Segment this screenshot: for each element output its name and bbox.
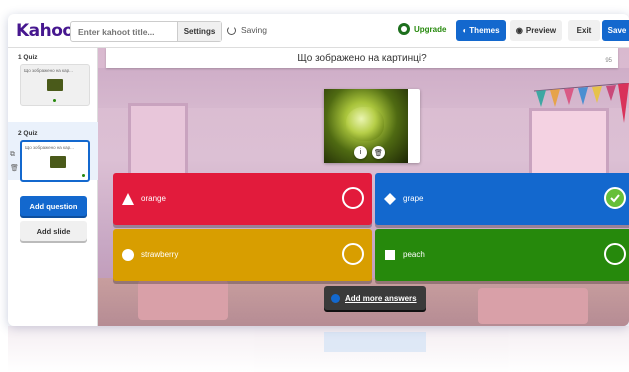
circle-icon bbox=[122, 249, 134, 261]
question-media[interactable]: i 🗑 bbox=[324, 89, 420, 163]
answer-option-1[interactable]: orange bbox=[113, 173, 372, 225]
slide-label: 2 Quiz bbox=[18, 130, 38, 137]
spinner-icon bbox=[227, 25, 236, 35]
add-slide-button[interactable]: Add slide bbox=[20, 221, 87, 241]
slide-sidebar: 1 Quiz Що зображено на кар... 2 Quiz Що … bbox=[8, 48, 98, 326]
status-dot bbox=[82, 174, 85, 177]
bunting-decoration bbox=[534, 83, 629, 123]
reflection-shape bbox=[324, 332, 426, 352]
title-field[interactable]: Settings bbox=[70, 21, 222, 42]
correct-toggle[interactable] bbox=[342, 187, 364, 209]
star-badge-icon bbox=[398, 23, 410, 35]
editor-canvas: Що зображено на картинці? 95 i 🗑 orange … bbox=[98, 48, 629, 326]
correct-toggle[interactable] bbox=[342, 243, 364, 265]
square-icon bbox=[385, 250, 395, 260]
top-bar: Kahoot! Settings Saving Upgrade ◐ Themes… bbox=[8, 14, 629, 48]
answer-option-4[interactable]: peach bbox=[375, 229, 629, 281]
checkmark-icon bbox=[610, 194, 620, 203]
trash-icon[interactable]: 🗑 bbox=[372, 146, 385, 159]
slide-thumbnail-active[interactable]: Що зображено на кар... bbox=[20, 140, 90, 182]
save-button[interactable]: Save bbox=[602, 20, 629, 41]
exit-button[interactable]: Exit bbox=[568, 20, 600, 41]
duplicate-icon[interactable]: ⧉ bbox=[10, 148, 19, 162]
answer-option-3[interactable]: strawberry bbox=[113, 229, 372, 281]
slide-actions: ⧉ 🗑 bbox=[10, 148, 19, 176]
upgrade-button[interactable]: Upgrade bbox=[398, 23, 446, 35]
upgrade-label: Upgrade bbox=[414, 24, 447, 34]
info-icon[interactable]: i bbox=[354, 146, 367, 159]
add-question-button[interactable]: Add question bbox=[20, 196, 87, 216]
thumb-image bbox=[50, 156, 66, 168]
trash-icon[interactable]: 🗑 bbox=[10, 162, 19, 176]
thumb-image bbox=[47, 79, 63, 91]
thumb-question: Що зображено на кар... bbox=[24, 68, 73, 73]
answer-text[interactable]: peach bbox=[403, 250, 425, 259]
preview-label: Preview bbox=[525, 26, 557, 35]
app-window: Kahoot! Settings Saving Upgrade ◐ Themes… bbox=[8, 14, 629, 326]
slide-label: 1 Quiz bbox=[18, 54, 38, 61]
background-desk bbox=[478, 288, 588, 324]
diamond-icon bbox=[384, 193, 396, 205]
saving-status: Saving bbox=[227, 25, 267, 35]
answer-option-2[interactable]: grape bbox=[375, 173, 629, 225]
add-more-label: Add more answers bbox=[345, 293, 417, 303]
add-more-answers-button[interactable]: Add more answers bbox=[324, 286, 426, 310]
media-actions: i 🗑 bbox=[354, 146, 385, 159]
palette-icon: ◐ bbox=[462, 26, 468, 35]
themes-label: Themes bbox=[469, 26, 500, 35]
settings-button[interactable]: Settings bbox=[177, 22, 221, 41]
correct-toggle[interactable] bbox=[604, 187, 626, 209]
background-desk bbox=[138, 280, 228, 320]
status-dot bbox=[53, 99, 56, 102]
answer-text[interactable]: orange bbox=[141, 194, 166, 203]
eye-icon: ◉ bbox=[515, 26, 523, 35]
preview-button[interactable]: ◉ Preview bbox=[510, 20, 562, 41]
answer-text[interactable]: strawberry bbox=[141, 250, 178, 259]
slide-thumbnail[interactable]: Що зображено на кар... bbox=[20, 64, 90, 106]
question-text: Що зображено на картинці? bbox=[297, 52, 427, 64]
saving-label: Saving bbox=[241, 25, 267, 35]
thumb-question: Що зображено на кар... bbox=[25, 145, 74, 150]
title-input[interactable] bbox=[71, 26, 171, 37]
char-count: 95 bbox=[605, 58, 612, 64]
themes-button[interactable]: ◐ Themes bbox=[456, 20, 506, 41]
correct-toggle[interactable] bbox=[604, 243, 626, 265]
triangle-icon bbox=[122, 193, 134, 205]
answer-text[interactable]: grape bbox=[403, 194, 423, 203]
reflection-decoration bbox=[8, 326, 629, 372]
plus-icon bbox=[331, 293, 340, 303]
question-input[interactable]: Що зображено на картинці? 95 bbox=[106, 48, 618, 68]
